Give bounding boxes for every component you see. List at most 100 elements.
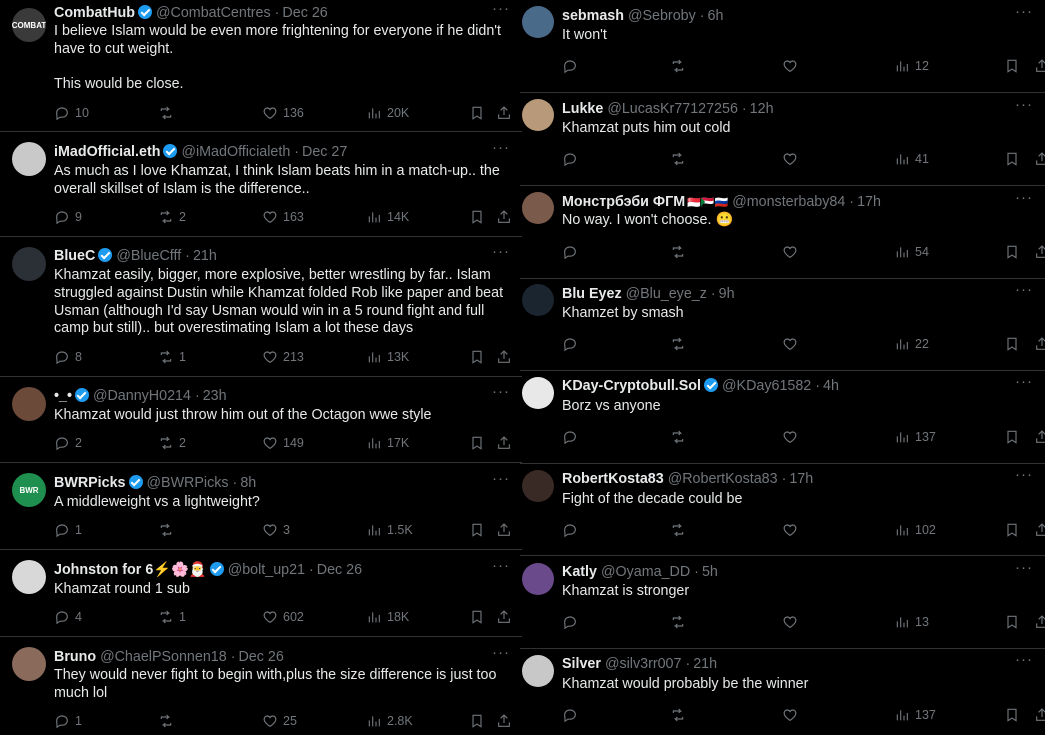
bookmark-button[interactable] <box>1004 56 1020 76</box>
reply-tweet[interactable]: •_• @DannyH0214 · 23h ··· Khamzat would just … <box>0 377 522 463</box>
bookmark-button[interactable] <box>469 711 485 731</box>
like-button[interactable]: 136 <box>262 103 304 123</box>
like-button[interactable]: 149 <box>262 433 304 453</box>
reply-tweet[interactable]: Katly @Oyama_DD · 5h ··· Khamzat is stronger 1… <box>520 556 1045 649</box>
timestamp[interactable]: 23h <box>203 388 227 404</box>
reply-button[interactable] <box>562 520 583 540</box>
avatar[interactable] <box>12 647 46 681</box>
display-name[interactable]: sebmash <box>562 8 624 24</box>
share-button[interactable] <box>496 347 512 367</box>
retweet-button[interactable] <box>670 56 691 76</box>
reply-button[interactable]: 4 <box>54 607 82 627</box>
like-button[interactable] <box>782 705 803 725</box>
more-icon[interactable]: ··· <box>492 383 510 400</box>
more-icon[interactable]: ··· <box>1015 96 1033 113</box>
reply-button[interactable]: 1 <box>54 711 82 731</box>
more-icon[interactable]: ··· <box>492 644 510 661</box>
display-name[interactable]: KDay-Cryptobull.Sol <box>562 378 701 394</box>
handle[interactable]: @DannyH0214 <box>93 388 191 404</box>
bookmark-button[interactable] <box>469 520 485 540</box>
handle[interactable]: @ChaelPSonnen18 <box>100 649 227 665</box>
like-button[interactable] <box>782 520 803 540</box>
handle[interactable]: @Blu_eye_z <box>626 286 707 302</box>
reply-tweet[interactable]: iMadOfficial.eth @iMadOfficialeth · Dec 27 ·… <box>0 132 522 237</box>
timestamp[interactable]: Dec 27 <box>302 144 347 160</box>
views-button[interactable]: 18K <box>366 607 409 627</box>
reply-button[interactable] <box>562 427 583 447</box>
timestamp[interactable]: 21h <box>193 248 217 264</box>
more-icon[interactable]: ··· <box>1015 189 1033 206</box>
retweet-button[interactable]: 1 <box>158 607 186 627</box>
avatar[interactable] <box>12 560 46 594</box>
views-button[interactable]: 22 <box>894 334 929 354</box>
display-name[interactable]: Blu Eyez <box>562 286 622 302</box>
like-button[interactable] <box>782 56 803 76</box>
share-button[interactable] <box>496 433 512 453</box>
timestamp[interactable]: Dec 26 <box>317 562 362 578</box>
handle[interactable]: @bolt_up21 <box>228 562 305 578</box>
avatar[interactable] <box>522 192 554 224</box>
share-button[interactable] <box>1034 56 1045 76</box>
more-icon[interactable]: ··· <box>492 139 510 156</box>
reply-tweet[interactable]: Монстрбэби ФГМ 🇸🇬🇸🇩🇷🇺 @monsterbaby84 · 17h ··… <box>520 186 1045 279</box>
retweet-button[interactable] <box>670 427 691 447</box>
views-button[interactable]: 20K <box>366 103 409 123</box>
display-name[interactable]: CombatHub <box>54 5 135 21</box>
timestamp[interactable]: 9h <box>719 286 735 302</box>
reply-tweet[interactable]: RobertKosta83 @RobertKosta83 · 17h ··· Fight … <box>520 464 1045 556</box>
like-button[interactable] <box>782 334 803 354</box>
bookmark-button[interactable] <box>1004 612 1020 632</box>
share-button[interactable] <box>1034 612 1045 632</box>
reply-tweet[interactable]: KDay-Cryptobull.Sol @KDay61582 · 4h ··· Borz … <box>520 371 1045 464</box>
handle[interactable]: @RobertKosta83 <box>668 471 778 487</box>
timestamp[interactable]: 4h <box>823 378 839 394</box>
display-name[interactable]: Монстрбэби ФГМ <box>562 194 685 210</box>
avatar[interactable] <box>522 470 554 502</box>
reply-button[interactable] <box>562 612 583 632</box>
like-button[interactable]: 602 <box>262 607 304 627</box>
share-button[interactable] <box>496 207 512 227</box>
retweet-button[interactable] <box>158 103 179 123</box>
avatar[interactable] <box>522 563 554 595</box>
more-icon[interactable]: ··· <box>1015 466 1033 483</box>
retweet-button[interactable] <box>670 242 691 262</box>
avatar[interactable]: BWR <box>12 473 46 507</box>
views-button[interactable]: 54 <box>894 242 929 262</box>
avatar[interactable] <box>522 284 554 316</box>
like-button[interactable]: 163 <box>262 207 304 227</box>
avatar[interactable] <box>522 655 554 687</box>
avatar[interactable] <box>12 142 46 176</box>
share-button[interactable] <box>1034 149 1045 169</box>
reply-button[interactable] <box>562 56 583 76</box>
views-button[interactable]: 14K <box>366 207 409 227</box>
display-name[interactable]: Silver <box>562 656 601 672</box>
reply-button[interactable]: 2 <box>54 433 82 453</box>
reply-tweet[interactable]: sebmash @Sebroby · 6h ··· It won't 12 <box>520 0 1045 93</box>
reply-button[interactable]: 8 <box>54 347 82 367</box>
more-icon[interactable]: ··· <box>1015 373 1033 390</box>
views-button[interactable]: 17K <box>366 433 409 453</box>
handle[interactable]: @Sebroby <box>628 8 696 24</box>
share-button[interactable] <box>1034 520 1045 540</box>
retweet-button[interactable] <box>670 705 691 725</box>
retweet-button[interactable]: 1 <box>158 347 186 367</box>
like-button[interactable] <box>782 612 803 632</box>
reply-tweet[interactable]: Lukke @LucasKr77127256 · 12h ··· Khamzat puts… <box>520 93 1045 186</box>
bookmark-button[interactable] <box>1004 242 1020 262</box>
avatar[interactable]: COMBAT <box>12 8 46 42</box>
retweet-button[interactable] <box>158 520 179 540</box>
bookmark-button[interactable] <box>1004 427 1020 447</box>
retweet-button[interactable] <box>670 612 691 632</box>
share-button[interactable] <box>496 711 512 731</box>
retweet-button[interactable] <box>670 520 691 540</box>
display-name[interactable]: BWRPicks <box>54 475 126 491</box>
bookmark-button[interactable] <box>1004 520 1020 540</box>
handle[interactable]: @BlueCfff <box>116 248 181 264</box>
bookmark-button[interactable] <box>469 347 485 367</box>
reply-tweet[interactable]: Johnston for 6⚡🌸🎅 @bolt_up21 · Dec 26 ··· Kha… <box>0 550 522 637</box>
reply-tweet[interactable]: Bruno @ChaelPSonnen18 · Dec 26 ··· They would… <box>0 637 522 735</box>
handle[interactable]: @Oyama_DD <box>601 564 690 580</box>
like-button[interactable] <box>782 427 803 447</box>
display-name[interactable]: iMadOfficial.eth <box>54 144 160 160</box>
views-button[interactable]: 137 <box>894 705 936 725</box>
